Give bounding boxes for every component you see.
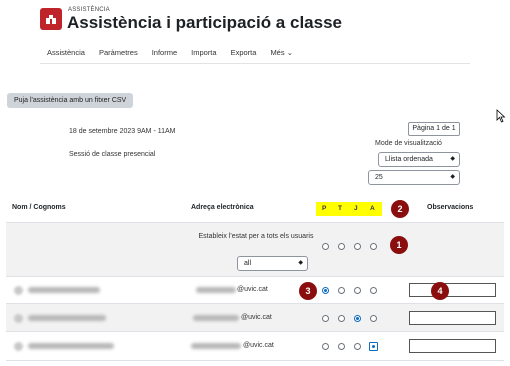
- email-domain: @uvic.cat: [241, 314, 272, 321]
- table-row: @uvic.cat: [6, 277, 504, 304]
- observations-input[interactable]: [409, 283, 496, 297]
- radio-a[interactable]: [370, 315, 377, 322]
- bulk-radio-a[interactable]: [370, 243, 377, 250]
- nav-attendance[interactable]: Assistència: [40, 44, 92, 64]
- page-indicator[interactable]: Pàgina 1 de 1: [408, 122, 460, 136]
- student-name-redacted: [28, 315, 106, 321]
- nav-report[interactable]: Informe: [145, 44, 184, 64]
- table-row: @uvic.cat: [6, 332, 504, 361]
- nav-export[interactable]: Exporta: [224, 44, 264, 64]
- email-domain: @uvic.cat: [243, 342, 274, 349]
- status-a-label: A: [370, 205, 375, 212]
- observations-input[interactable]: [409, 311, 496, 325]
- col-email-header[interactable]: Adreça electrònica: [191, 204, 254, 211]
- chevron-down-icon: ⌄: [286, 48, 293, 57]
- radio-a[interactable]: [370, 287, 377, 294]
- avatar: [14, 342, 23, 351]
- avatar: [14, 314, 23, 323]
- view-mode-select[interactable]: Llista ordenada ◆: [378, 152, 460, 167]
- per-page-select[interactable]: 25 ◆: [368, 170, 460, 185]
- upload-csv-button[interactable]: Puja l'assistència amb un fitxer CSV: [7, 93, 134, 108]
- mouse-cursor-icon: [496, 109, 506, 123]
- radio-j[interactable]: [354, 315, 361, 322]
- radio-j[interactable]: [354, 343, 361, 350]
- select-arrow-icon: ◆: [298, 260, 303, 266]
- email-domain: @uvic.cat: [237, 286, 268, 293]
- radio-p[interactable]: [322, 315, 329, 322]
- session-type: Sessió de classe presencial: [69, 151, 156, 158]
- radio-j[interactable]: [354, 287, 361, 294]
- nav-settings[interactable]: Paràmetres: [92, 44, 145, 64]
- bulk-status-text: Estableix l'estat per a tots els usuaris: [198, 233, 314, 240]
- view-mode-value: Llista ordenada: [385, 156, 433, 163]
- bulk-scope-value: all: [244, 260, 252, 267]
- bulk-radio-t[interactable]: [338, 243, 345, 250]
- nav-more[interactable]: Més ⌄: [263, 44, 300, 64]
- secondary-nav: Assistència Paràmetres Informe Importa E…: [40, 44, 300, 64]
- bulk-status-row: Estableix l'estat per a tots els usuaris…: [6, 223, 504, 277]
- callout-badge-4: 4: [431, 282, 449, 300]
- page-title: Assistència i participació a classe: [67, 13, 342, 32]
- radio-t[interactable]: [338, 343, 345, 350]
- bulk-scope-select[interactable]: all ◆: [237, 256, 308, 271]
- student-name-redacted: [28, 343, 114, 349]
- radio-p[interactable]: [322, 287, 329, 294]
- status-header-highlight: P T J A: [316, 202, 382, 216]
- nav-divider: [40, 63, 470, 64]
- callout-badge-3: 3: [299, 282, 317, 300]
- table-row: @uvic.cat: [6, 304, 504, 332]
- select-arrow-icon: ◆: [450, 174, 455, 180]
- per-page-value: 25: [375, 174, 383, 181]
- bulk-radio-j[interactable]: [354, 243, 361, 250]
- email-user-redacted: [193, 315, 239, 321]
- radio-a[interactable]: [369, 342, 378, 351]
- col-name-header[interactable]: Nom / Cognoms: [12, 204, 66, 211]
- nav-import[interactable]: Importa: [184, 44, 223, 64]
- select-arrow-icon: ◆: [450, 156, 455, 162]
- radio-p[interactable]: [322, 343, 329, 350]
- email-user-redacted: [196, 287, 236, 293]
- radio-t[interactable]: [338, 287, 345, 294]
- status-t-label: T: [338, 205, 342, 212]
- col-observations-header: Observacions: [427, 204, 474, 211]
- table-header: Nom / Cognoms Adreça electrònica P T J A…: [6, 195, 504, 223]
- callout-badge-1: 1: [390, 236, 408, 254]
- student-name-redacted: [28, 287, 100, 293]
- status-p-label: P: [322, 205, 327, 212]
- view-mode-label: Mode de visualització: [375, 140, 442, 147]
- callout-badge-2: 2: [391, 200, 409, 218]
- avatar: [14, 286, 23, 295]
- bulk-radio-p[interactable]: [322, 243, 329, 250]
- observations-input[interactable]: [409, 339, 496, 353]
- email-user-redacted: [191, 343, 241, 349]
- session-date: 18 de setembre 2023 9AM - 11AM: [69, 128, 176, 135]
- nav-more-label: Més: [270, 48, 285, 57]
- attendance-logo-icon: [40, 8, 62, 30]
- status-j-label: J: [354, 205, 358, 212]
- radio-t[interactable]: [338, 315, 345, 322]
